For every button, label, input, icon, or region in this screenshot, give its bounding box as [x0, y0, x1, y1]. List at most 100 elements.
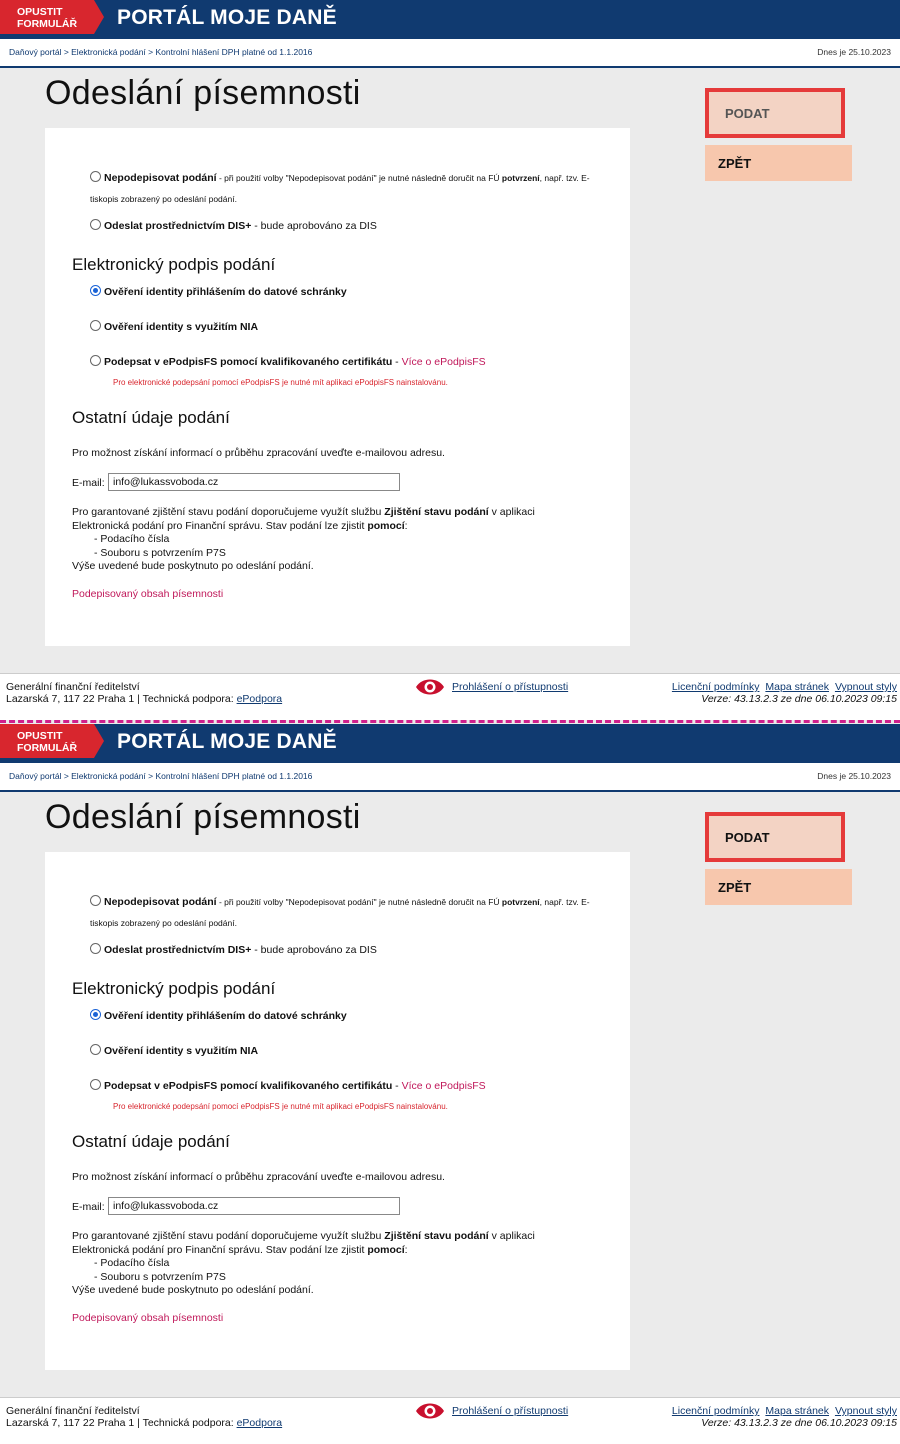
back-button[interactable]: ZPĚT: [705, 145, 852, 181]
footer-org-name: Generální finanční ředitelství: [6, 1405, 140, 1417]
exit-form-button[interactable]: OPUSTIT FORMULÁŘ: [0, 0, 104, 34]
status-text-4: :: [404, 519, 408, 532]
epodpis-warning: Pro elektronické podepsání pomocí ePodpi…: [113, 378, 448, 387]
email-label: E-mail:: [72, 1201, 105, 1213]
nia-label: Ověření identity s využitím NIA: [104, 321, 259, 333]
status-text-4: :: [404, 1243, 408, 1256]
dis-label: Odeslat prostřednictvím DIS+: [104, 944, 252, 956]
epodpis-radio[interactable]: [90, 355, 101, 366]
email-input[interactable]: [108, 1197, 400, 1215]
epodpis-radio[interactable]: [90, 1079, 101, 1090]
breadcrumb-item-kontrolni-hlaseni[interactable]: Kontrolní hlášení DPH platné od 1.1.2016: [156, 771, 313, 781]
footer-support-link[interactable]: ePodpora: [237, 1417, 283, 1429]
signature-heading: Elektronický podpis podání: [72, 255, 276, 274]
form-panel: Nepodepisovat podání - při použití volby…: [45, 128, 630, 646]
option-datova-schranka[interactable]: Ověření identity přihlášením do datové s…: [90, 1009, 347, 1022]
footer-link-disable-styles[interactable]: Vypnout styly: [835, 1405, 897, 1417]
option-datova-schranka[interactable]: Ověření identity přihlášením do datové s…: [90, 285, 347, 298]
status-text-1: Pro garantované zjištění stavu podání do…: [72, 1230, 385, 1242]
epodpis-more-link[interactable]: Více o ePodpisFS: [402, 1080, 486, 1092]
no-sign-hint-end: , např. tzv. E-: [539, 173, 590, 183]
datova-schranka-label: Ověření identity přihlášením do datové s…: [104, 1010, 347, 1022]
status-text-1: Pro garantované zjištění stavu podání do…: [72, 506, 385, 518]
signature-heading: Elektronický podpis podání: [72, 979, 276, 998]
page-title: Odeslání písemnosti: [45, 74, 361, 112]
exit-form-label-2: FORMULÁŘ: [17, 18, 78, 30]
accessibility-link[interactable]: Prohlášení o přístupnosti: [452, 1405, 568, 1417]
form-panel: Nepodepisovat podání - při použití volby…: [45, 852, 630, 1370]
exit-form-label-2: FORMULÁŘ: [17, 742, 78, 754]
footer-link-licence[interactable]: Licenční podmínky: [672, 681, 760, 693]
signed-content-link[interactable]: Podepisovaný obsah písemnosti: [72, 1312, 223, 1326]
status-info: Pro garantované zjištění stavu podání do…: [72, 506, 535, 574]
footer-org: Generální finanční ředitelství Lazarská …: [6, 1405, 282, 1429]
no-sign-hint-line2: tiskopis zobrazený po odeslání podání.: [90, 918, 237, 928]
option-dis[interactable]: Odeslat prostřednictvím DIS+ - bude apro…: [90, 219, 377, 232]
email-input[interactable]: [108, 473, 400, 491]
nia-radio[interactable]: [90, 1044, 101, 1055]
status-item-p7s: - Souboru s potvrzením P7S: [94, 1270, 226, 1283]
epodpis-more-link[interactable]: Více o ePodpisFS: [402, 356, 486, 368]
status-text-3: Elektronická podání pro Finanční správu.…: [72, 1243, 368, 1256]
datova-schranka-radio[interactable]: [90, 285, 101, 296]
no-sign-hint-bold: potvrzení: [501, 173, 540, 183]
option-nia[interactable]: Ověření identity s využitím NIA: [90, 320, 259, 333]
option-no-sign[interactable]: Nepodepisovat podání - při použití volby…: [90, 895, 590, 908]
datova-schranka-radio[interactable]: [90, 1009, 101, 1020]
footer-support-link[interactable]: ePodpora: [237, 693, 283, 705]
status-item-podaci-cislo: - Podacího čísla: [94, 533, 170, 545]
breadcrumb-item-elektronicka-podani[interactable]: Elektronická podání: [71, 771, 146, 781]
epodpis-warning: Pro elektronické podepsání pomocí ePodpi…: [113, 1102, 448, 1111]
no-sign-radio[interactable]: [90, 895, 101, 906]
breadcrumb-bar: Daňový portál > Elektronická podání > Ko…: [0, 763, 900, 792]
status-item-p7s: - Souboru s potvrzením P7S: [94, 546, 226, 559]
status-service-name: Zjištění stavu podání: [384, 1230, 489, 1242]
breadcrumb-item-elektronicka-podani[interactable]: Elektronická podání: [71, 47, 146, 57]
option-epodpis[interactable]: Podepsat v ePodpisFS pomocí kvalifikovan…: [90, 1079, 486, 1092]
screen-frame-2: OPUSTIT FORMULÁŘ PORTÁL MOJE DANĚ Daňový…: [0, 724, 900, 1444]
option-dis[interactable]: Odeslat prostřednictvím DIS+ - bude apro…: [90, 943, 377, 956]
submit-button[interactable]: PODAT: [705, 88, 845, 138]
datova-schranka-label: Ověření identity přihlášením do datové s…: [104, 286, 347, 298]
exit-form-button[interactable]: OPUSTIT FORMULÁŘ: [0, 724, 104, 758]
dis-label: Odeslat prostřednictvím DIS+: [104, 220, 252, 232]
footer-link-licence[interactable]: Licenční podmínky: [672, 1405, 760, 1417]
breadcrumb-separator: >: [61, 771, 72, 781]
signed-content-link[interactable]: Podepisovaný obsah písemnosti: [72, 588, 223, 602]
option-no-sign[interactable]: Nepodepisovat podání - při použití volby…: [90, 171, 590, 184]
exit-form-label-1: OPUSTIT: [17, 6, 63, 18]
dis-radio[interactable]: [90, 943, 101, 954]
footer-link-sitemap[interactable]: Mapa stránek: [765, 681, 829, 693]
footer: Generální finanční ředitelství Lazarská …: [0, 673, 900, 720]
footer-org: Generální finanční ředitelství Lazarská …: [6, 681, 282, 705]
option-epodpis[interactable]: Podepsat v ePodpisFS pomocí kvalifikovan…: [90, 355, 486, 368]
footer-version: Verze: 43.13.2.3 ze dne 06.10.2023 09:15: [701, 693, 897, 705]
dis-radio[interactable]: [90, 219, 101, 230]
breadcrumb: Daňový portál > Elektronická podání > Ko…: [9, 771, 312, 781]
footer-link-sitemap[interactable]: Mapa stránek: [765, 1405, 829, 1417]
option-nia[interactable]: Ověření identity s využitím NIA: [90, 1044, 259, 1057]
footer-links: Licenční podmínky Mapa stránek Vypnout s…: [669, 681, 897, 705]
footer-address: Lazarská 7, 117 22 Praha 1 | Technická p…: [6, 1417, 237, 1429]
accessibility-link[interactable]: Prohlášení o přístupnosti: [452, 681, 568, 693]
back-button[interactable]: ZPĚT: [705, 869, 852, 905]
submit-button[interactable]: PODAT: [705, 812, 845, 862]
epodpis-separator: -: [392, 1080, 402, 1092]
no-sign-hint-bold: potvrzení: [501, 897, 540, 907]
nia-radio[interactable]: [90, 320, 101, 331]
status-service-name: Zjištění stavu podání: [384, 506, 489, 518]
footer-link-disable-styles[interactable]: Vypnout styly: [835, 681, 897, 693]
epodpis-label: Podepsat v ePodpisFS pomocí kvalifikovan…: [104, 356, 393, 368]
no-sign-radio[interactable]: [90, 171, 101, 182]
status-info: Pro garantované zjištění stavu podání do…: [72, 1230, 535, 1298]
status-item-podaci-cislo: - Podacího čísla: [94, 1257, 170, 1269]
screen-frame-1: OPUSTIT FORMULÁŘ PORTÁL MOJE DANĚ Daňový…: [0, 0, 900, 720]
screenshot-divider: [0, 720, 900, 723]
after-send-text: Výše uvedené bude poskytnuto po odeslání…: [72, 560, 314, 572]
breadcrumb-item-danovy-portal[interactable]: Daňový portál: [9, 47, 61, 57]
breadcrumb-item-kontrolni-hlaseni[interactable]: Kontrolní hlášení DPH platné od 1.1.2016: [156, 47, 313, 57]
no-sign-hint-line2: tiskopis zobrazený po odeslání podání.: [90, 194, 237, 204]
breadcrumb-item-danovy-portal[interactable]: Daňový portál: [9, 771, 61, 781]
nia-label: Ověření identity s využitím NIA: [104, 1045, 259, 1057]
no-sign-label: Nepodepisovat podání: [104, 896, 217, 908]
